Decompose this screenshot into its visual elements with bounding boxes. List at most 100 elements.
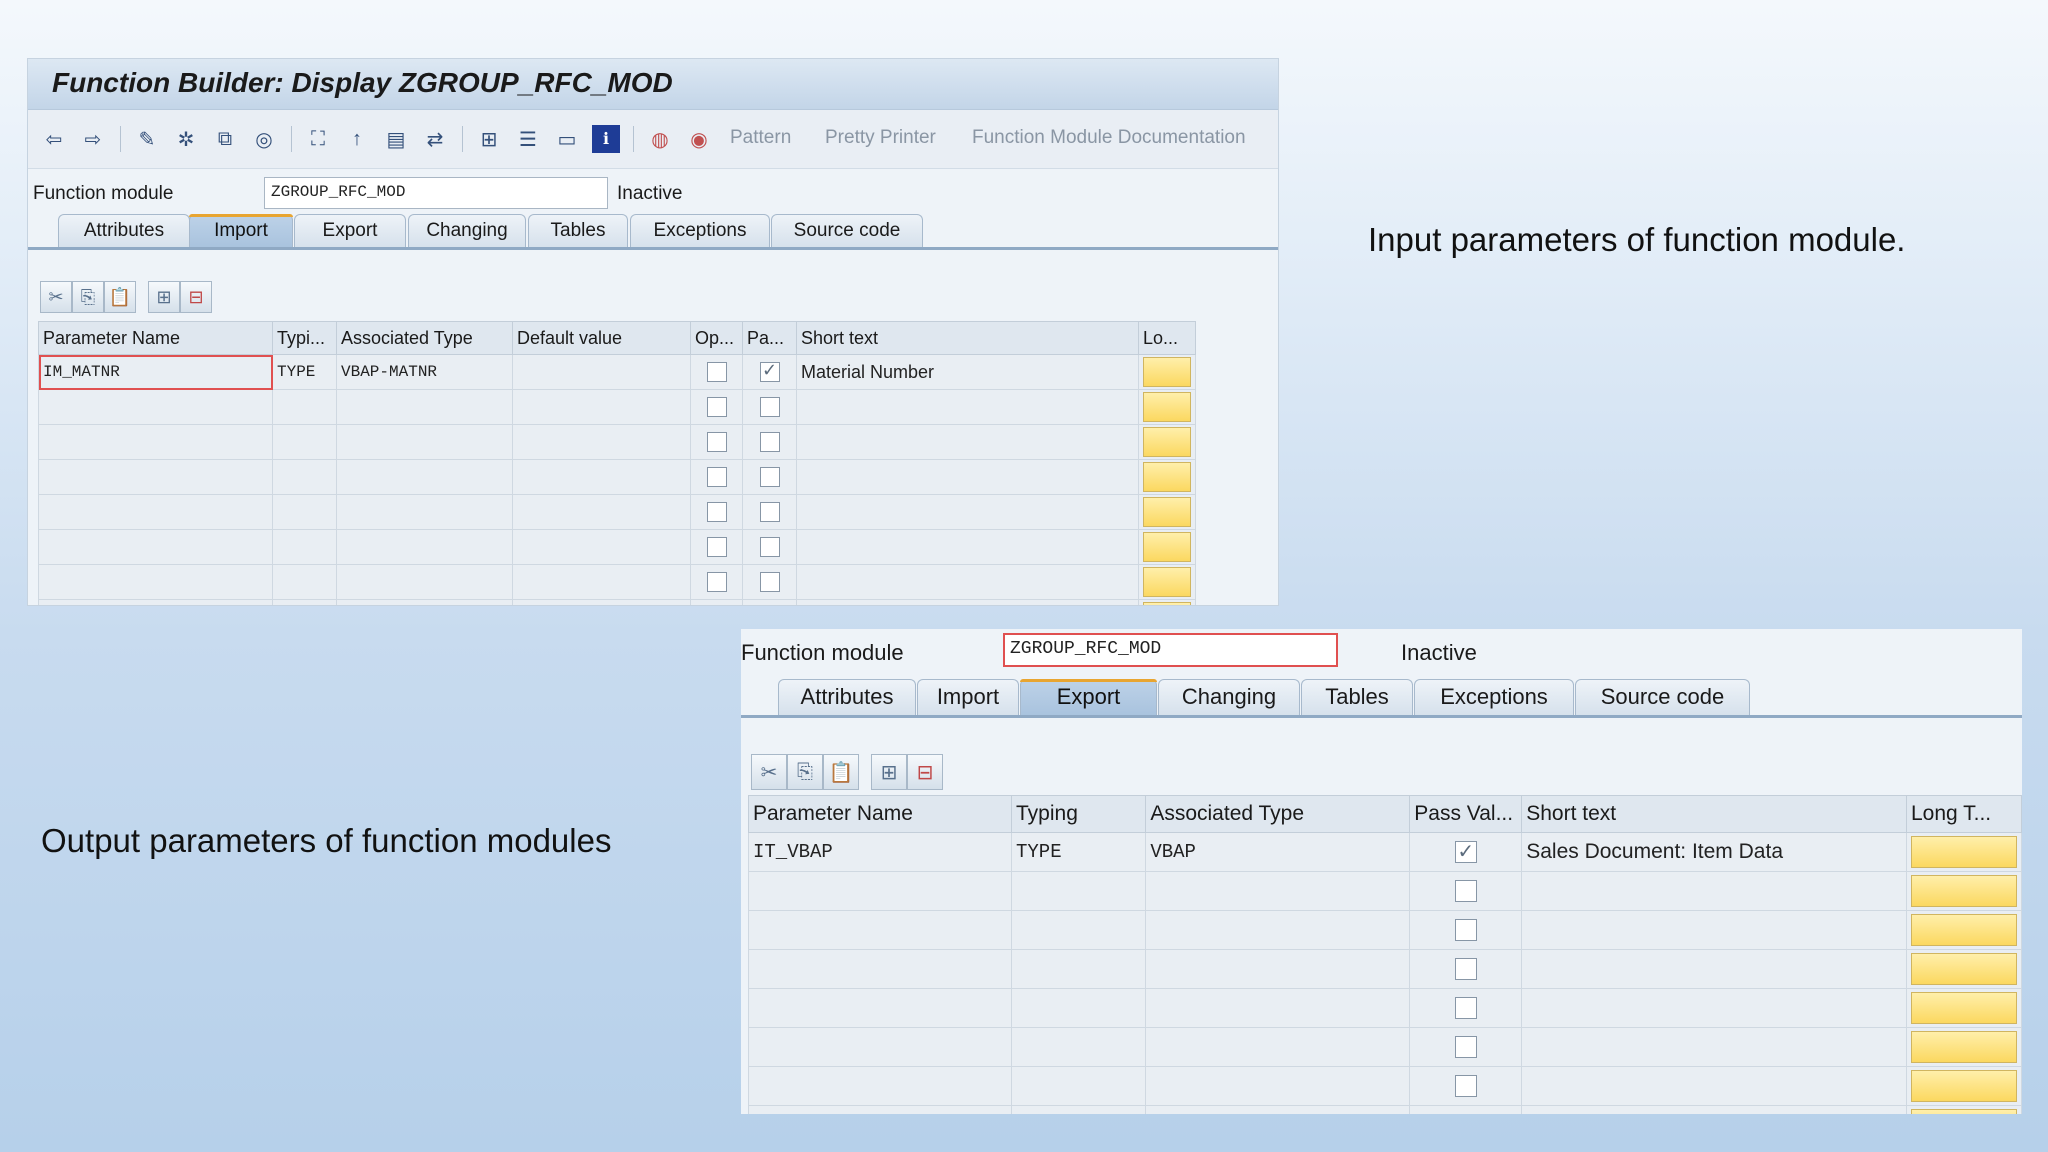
tab-tables[interactable]: Tables <box>1301 679 1413 715</box>
long-text-button[interactable] <box>1143 462 1191 492</box>
associated-type-cell[interactable] <box>336 459 513 495</box>
default-value-cell[interactable] <box>512 459 691 495</box>
short-text-cell[interactable] <box>1521 1105 1907 1114</box>
short-text-cell[interactable] <box>1521 871 1907 911</box>
short-text-cell[interactable] <box>796 389 1139 425</box>
col-pass-value[interactable]: Pass Val... <box>1409 795 1523 833</box>
checkbox[interactable] <box>706 502 727 522</box>
associated-type-cell[interactable] <box>1145 1027 1411 1067</box>
col-long-text[interactable]: Lo... <box>1138 321 1196 355</box>
checkbox[interactable] <box>1454 880 1477 902</box>
long-text-button[interactable] <box>1143 567 1191 597</box>
copy-icon[interactable]: ⎘ <box>787 754 823 790</box>
checkbox[interactable] <box>1454 997 1477 1019</box>
long-text-button[interactable] <box>1910 914 2017 946</box>
typing-cell[interactable] <box>272 494 337 530</box>
checkbox[interactable] <box>706 397 727 417</box>
short-text-cell[interactable] <box>1521 988 1907 1028</box>
pattern-button[interactable]: Pattern <box>730 127 791 149</box>
typing-cell[interactable] <box>1010 910 1147 950</box>
checkbox[interactable] <box>706 572 727 592</box>
tab-export[interactable]: Export <box>1020 679 1157 715</box>
checkbox[interactable] <box>759 360 780 382</box>
default-value-cell[interactable] <box>512 599 691 605</box>
cut-icon[interactable]: ✂ <box>40 281 72 313</box>
typing-cell[interactable] <box>272 564 337 600</box>
short-text-cell[interactable] <box>1521 949 1907 989</box>
checkbox[interactable] <box>1454 1075 1477 1097</box>
long-text-button[interactable] <box>1910 953 2017 985</box>
associated-type-cell[interactable] <box>336 424 513 460</box>
checkbox[interactable] <box>759 467 780 487</box>
where-used-icon[interactable]: ◎ <box>250 125 278 153</box>
copy-icon[interactable]: ⎘ <box>72 281 104 313</box>
activate-icon[interactable]: ✲ <box>172 125 200 153</box>
cut-icon[interactable]: ✂ <box>751 754 787 790</box>
typing-cell[interactable] <box>272 424 337 460</box>
long-text-button[interactable] <box>1910 836 2017 868</box>
tab-source-code[interactable]: Source code <box>771 214 923 247</box>
param-name-cell[interactable] <box>38 529 273 565</box>
back-icon[interactable]: ⇦ <box>40 125 68 153</box>
checkbox[interactable] <box>759 397 780 417</box>
function-module-documentation-button[interactable]: Function Module Documentation <box>972 127 1246 149</box>
long-text-button[interactable] <box>1910 1031 2017 1063</box>
typing-cell[interactable] <box>1010 1027 1147 1067</box>
check-icon[interactable]: ✎ <box>133 125 161 153</box>
default-value-cell[interactable] <box>512 494 691 530</box>
checkbox[interactable] <box>1454 919 1477 941</box>
insert-row-icon[interactable]: ⊞ <box>148 281 180 313</box>
paste-icon[interactable]: 📋 <box>823 754 859 790</box>
paste-icon[interactable]: 📋 <box>104 281 136 313</box>
default-value-cell[interactable] <box>512 564 691 600</box>
tab-export[interactable]: Export <box>294 214 406 247</box>
forward-icon[interactable]: ⇨ <box>79 125 107 153</box>
long-text-button[interactable] <box>1143 357 1191 387</box>
long-text-button[interactable] <box>1910 1070 2017 1102</box>
col-default-value[interactable]: Default value <box>512 321 691 355</box>
checkbox[interactable] <box>706 537 727 557</box>
typing-cell[interactable] <box>272 389 337 425</box>
default-value-cell[interactable] <box>512 354 691 390</box>
associated-type-cell[interactable] <box>336 494 513 530</box>
short-text-cell[interactable] <box>1521 1027 1907 1067</box>
associated-type-cell[interactable] <box>336 389 513 425</box>
param-name-cell[interactable]: IT_VBAP <box>748 832 1012 872</box>
typing-cell[interactable] <box>272 529 337 565</box>
hierarchy-icon[interactable]: ⊞ <box>475 125 503 153</box>
short-text-cell[interactable] <box>796 529 1139 565</box>
col-associated-type[interactable]: Associated Type <box>336 321 513 355</box>
typing-cell[interactable] <box>272 459 337 495</box>
insert-row-icon[interactable]: ⊞ <box>871 754 907 790</box>
checkbox[interactable] <box>759 537 780 557</box>
typing-cell[interactable] <box>1010 988 1147 1028</box>
checkbox[interactable] <box>1454 1036 1477 1058</box>
tab-import[interactable]: Import <box>189 214 293 247</box>
typing-cell[interactable] <box>1010 1105 1147 1114</box>
typing-cell[interactable]: TYPE <box>1010 832 1147 872</box>
typing-cell[interactable] <box>1010 871 1147 911</box>
short-text-cell[interactable] <box>796 494 1139 530</box>
tab-attributes[interactable]: Attributes <box>58 214 190 247</box>
print-icon[interactable]: ☰ <box>514 125 542 153</box>
associated-type-cell[interactable] <box>1145 949 1411 989</box>
object-list-icon[interactable]: ⛶ <box>304 125 332 153</box>
inactive-icon[interactable]: ⇄ <box>421 125 449 153</box>
associated-type-cell[interactable] <box>1145 1105 1411 1114</box>
param-name-cell[interactable] <box>38 389 273 425</box>
col-long-text[interactable]: Long T... <box>1905 795 2022 833</box>
param-name-cell[interactable] <box>748 871 1012 911</box>
param-name-cell[interactable] <box>38 459 273 495</box>
long-text-button[interactable] <box>1143 497 1191 527</box>
col-pass-value[interactable]: Pa... <box>742 321 797 355</box>
typing-cell[interactable] <box>1010 949 1147 989</box>
short-text-cell[interactable] <box>796 599 1139 605</box>
default-value-cell[interactable] <box>512 424 691 460</box>
col-parameter-name[interactable]: Parameter Name <box>748 795 1012 833</box>
navigation-icon[interactable]: ↑ <box>343 125 371 153</box>
checkbox[interactable] <box>706 432 727 452</box>
associated-type-cell[interactable]: VBAP <box>1145 832 1411 872</box>
param-name-cell[interactable] <box>748 1027 1012 1067</box>
param-name-cell[interactable]: IM_MATNR <box>38 354 273 390</box>
long-text-button[interactable] <box>1143 532 1191 562</box>
